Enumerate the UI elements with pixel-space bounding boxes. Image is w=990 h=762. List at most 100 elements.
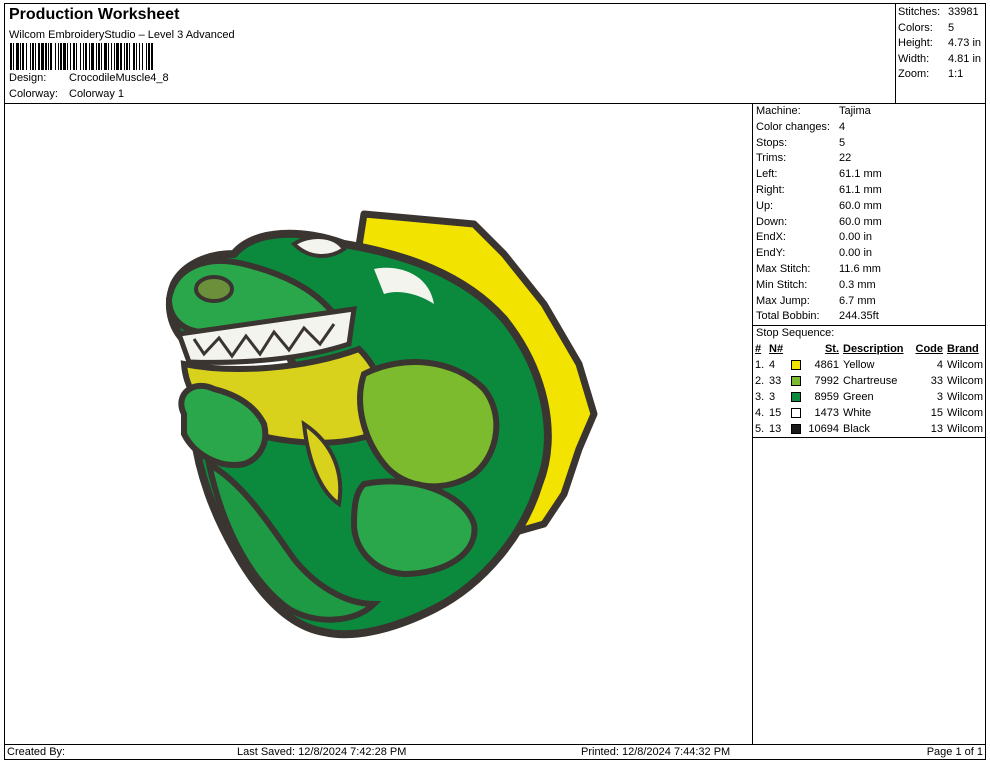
col-code: Code [915,343,944,356]
crocodile-embroidery-image [165,210,598,639]
summary-label: Height: [898,37,933,50]
design-value: CrocodileMuscle4_8 [69,72,169,84]
printed-date: Printed: 12/8/2024 7:44:32 PM [581,746,731,758]
color-swatch [791,424,801,434]
machine-info-row: Min Stitch: 0.3 mm [753,278,986,294]
stop-brand: Wilcom [947,375,984,388]
last-saved: Last Saved: 12/8/2024 7:42:28 PM [237,746,407,758]
stop-stitches: 7992 [814,375,839,388]
stop-brand: Wilcom [947,359,984,372]
stop-swatch-cell [789,389,803,405]
design-preview [4,104,753,744]
machine-info-value: 0.00 in [839,247,873,260]
machine-info-panel: Machine: Tajima Color changes: 4 Stops: 5 Trim… [753,104,986,438]
stop-description: Black [841,421,913,438]
summary-label: Colors: [898,21,933,34]
worksheet-header: Production Worksheet Wilcom EmbroiderySt… [4,3,986,104]
machine-info-value: 5 [839,136,846,149]
machine-info-value: 11.6 mm [839,262,881,275]
stop-description: White [843,407,872,420]
machine-info-row: Stops: 5 [753,136,986,152]
stop-code: 3 [936,391,943,404]
machine-info-row: Machine: Tajima [753,104,986,120]
machine-info-value: 22 [839,152,852,165]
stop-code: 4 [936,359,943,372]
stop-needle: 3 [769,391,776,404]
created-by: Created By: [7,746,66,758]
barcode-bar [151,43,153,70]
summary-label: Width: [898,52,930,65]
col-index: # [755,343,762,356]
col-swatch [789,341,803,357]
stop-sequence-title: Stop Sequence: [753,325,986,341]
machine-info-row: Right: 61.1 mm [753,183,986,199]
table-row: 4. 15 1473 White 15 Wilcom [753,405,986,421]
stop-description: Yellow [843,359,875,372]
machine-info-value: 4 [839,120,846,133]
summary-row: Zoom: 1:1 [898,67,986,83]
stop-index: 3. [755,391,765,404]
col-brand: Brand [947,343,979,356]
summary-row: Stitches: 33981 [898,5,986,21]
machine-info-label: Min Stitch: [756,278,808,291]
stop-swatch-cell [789,357,803,373]
machine-info-value: 60.0 mm [839,199,882,212]
stop-code: 15 [930,407,943,420]
machine-info-label: Down: [756,215,788,228]
summary-row: Colors: 5 [898,21,986,37]
table-row: 3. 3 8959 Green 3 Wilcom [753,389,986,405]
stop-index: 1. [755,359,765,372]
machine-info-row: Total Bobbin: 244.35ft [753,309,986,325]
machine-info-value: 61.1 mm [839,183,882,196]
stop-stitches: 1473 [814,407,839,420]
machine-info-row: Max Stitch: 11.6 mm [753,262,986,278]
machine-info-label: Color changes: [756,120,830,133]
stop-code: 13 [913,421,945,438]
machine-info-label: EndX: [756,231,786,244]
machine-info-value: 60.0 mm [839,215,882,228]
design-row: Design: CrocodileMuscle4_8 [9,72,169,84]
stop-swatch-cell [789,405,803,421]
summary-value: 1:1 [948,68,964,81]
stop-brand: Wilcom [945,421,986,438]
summary-row: Height: 4.73 in [898,36,986,52]
machine-info-value: Tajima [839,105,871,117]
stop-index: 5. [753,421,767,438]
stop-swatch-cell [789,421,803,438]
colorway-label: Colorway: [9,88,58,100]
stop-stitches: 4861 [814,359,839,372]
summary-value: 5 [948,21,955,34]
summary-value: 4.81 in [948,52,982,65]
table-header-row: # N# St. Description Code Brand [753,341,986,357]
stop-brand: Wilcom [947,407,984,420]
stop-brand: Wilcom [947,391,984,404]
table-row: 1. 4 4861 Yellow 4 Wilcom [753,357,986,373]
machine-info-label: Trims: [756,152,787,165]
color-swatch [791,392,801,403]
machine-info-value: 0.3 mm [839,278,876,291]
stop-index: 4. [755,407,765,420]
machine-info-row: Color changes: 4 [753,120,986,136]
colorway-value: Colorway 1 [69,88,125,100]
machine-info-row: EndY: 0.00 in [753,246,986,262]
machine-info-row: Left: 61.1 mm [753,167,986,183]
summary-value: 4.73 in [948,37,982,50]
color-swatch [791,408,801,419]
machine-info-label: Right: [756,183,785,196]
colorway-row: Colorway: Colorway 1 [9,88,124,100]
machine-info-row: Max Jump: 6.7 mm [753,294,986,310]
machine-info-label: Up: [756,199,774,212]
machine-info-label: Left: [756,168,778,181]
machine-info-label: Machine: [756,105,801,117]
machine-info-row: Trims: 22 [753,151,986,167]
stop-needle: 13 [767,421,789,438]
col-needle: N# [769,343,784,356]
machine-info-value: 61.1 mm [839,168,882,181]
table-row: 5. 13 10694 Black 13 Wilcom [753,421,986,438]
worksheet-footer: Created By: Last Saved: 12/8/2024 7:42:2… [4,744,986,760]
barcode [10,43,260,70]
page-title: Production Worksheet [9,6,180,23]
col-description: Description [843,343,904,356]
stop-index: 2. [755,375,765,388]
summary-value: 33981 [948,6,979,18]
